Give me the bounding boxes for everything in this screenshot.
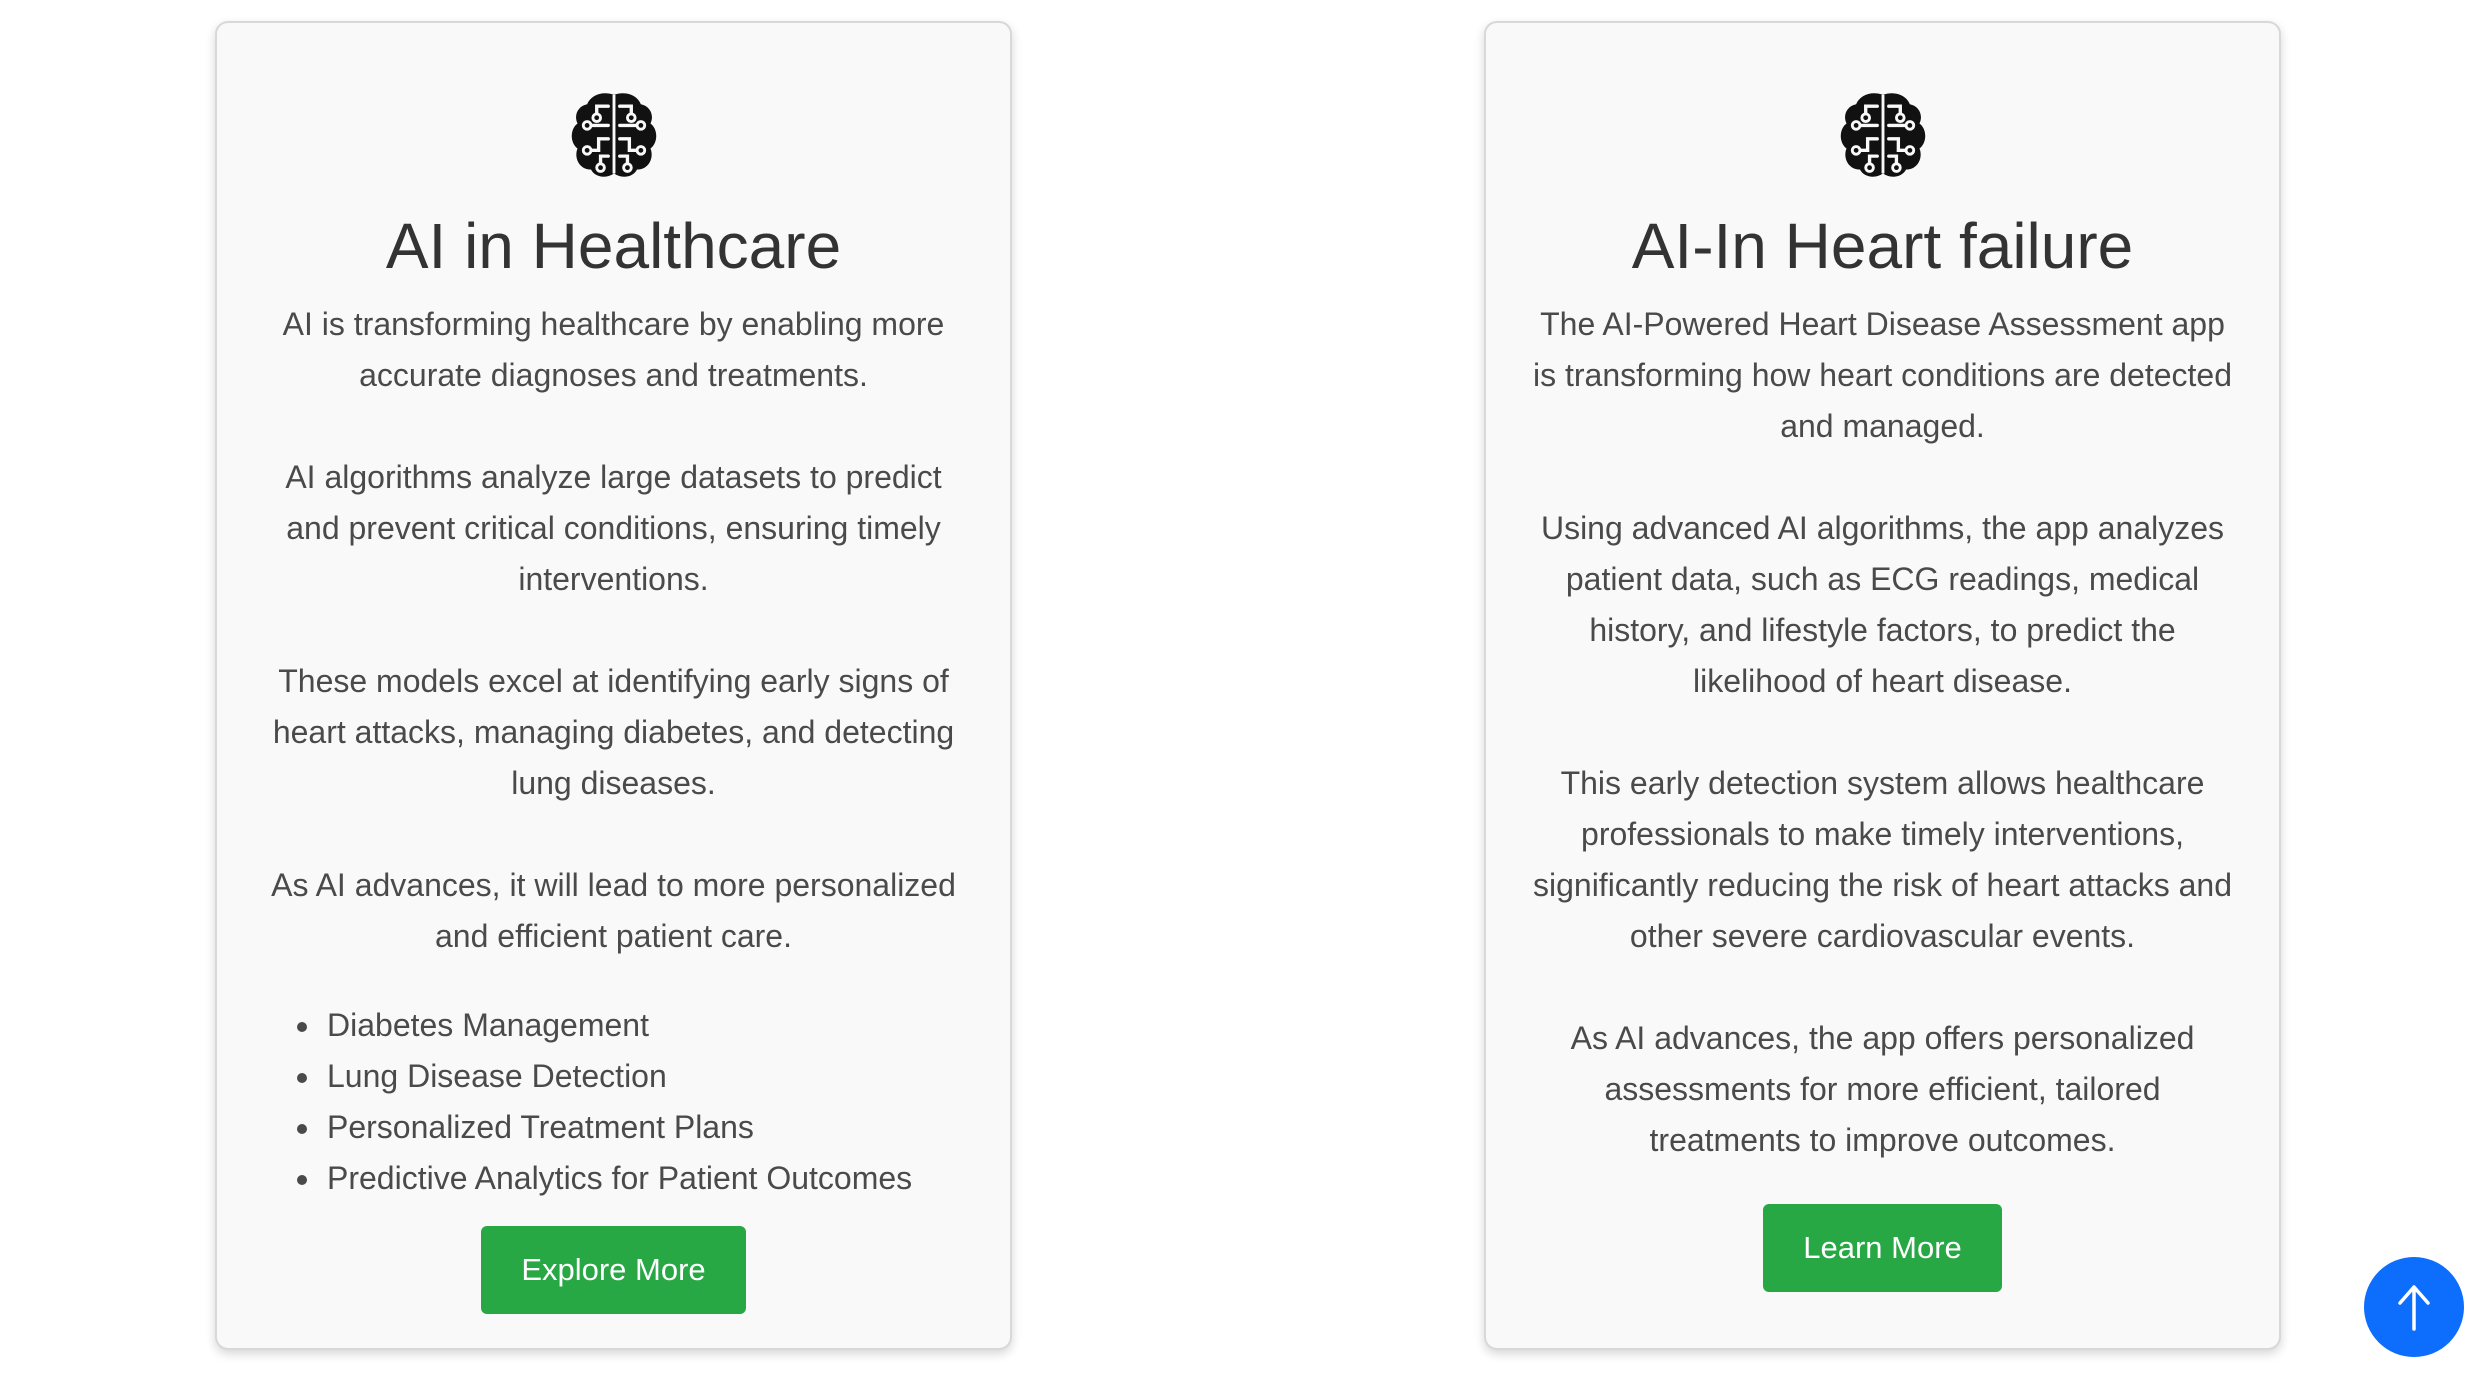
page: AI in Healthcare AI is transforming heal…	[0, 0, 2490, 1390]
card-paragraph: Using advanced AI algorithms, the app an…	[1540, 510, 2225, 699]
card-title: AI in Healthcare	[385, 210, 842, 282]
ai-healthcare-card: AI in Healthcare AI is transforming heal…	[215, 21, 1012, 1350]
ai-heart-failure-card: AI-In Heart failure The AI-Powered Heart…	[1484, 21, 2281, 1350]
brain-circuit-icon	[1835, 87, 1931, 183]
list-item: Lung Disease Detection	[323, 1051, 968, 1102]
arrow-up-icon	[2394, 1283, 2434, 1331]
card-paragraph: AI algorithms analyze large datasets to …	[285, 459, 942, 597]
card-paragraph: The AI-Powered Heart Disease Assessment …	[1532, 306, 2233, 444]
card-paragraph: As AI advances, it will lead to more per…	[271, 867, 956, 954]
scroll-to-top-button[interactable]	[2364, 1257, 2464, 1357]
list-item: Personalized Treatment Plans	[323, 1102, 968, 1153]
card-paragraph: This early detection system allows healt…	[1532, 765, 2233, 954]
feature-list: Diabetes Management Lung Disease Detecti…	[259, 1000, 968, 1204]
card-title: AI-In Heart failure	[1631, 210, 2134, 282]
learn-more-button[interactable]: Learn More	[1763, 1204, 2002, 1292]
list-item: Diabetes Management	[323, 1000, 968, 1051]
card-paragraph: These models excel at identifying early …	[272, 663, 955, 801]
explore-more-button[interactable]: Explore More	[481, 1226, 746, 1314]
card-paragraph: AI is transforming healthcare by enablin…	[282, 306, 945, 393]
list-item: Predictive Analytics for Patient Outcome…	[323, 1153, 968, 1204]
card-paragraph: As AI advances, the app offers personali…	[1570, 1020, 2195, 1158]
brain-circuit-icon	[566, 87, 662, 183]
